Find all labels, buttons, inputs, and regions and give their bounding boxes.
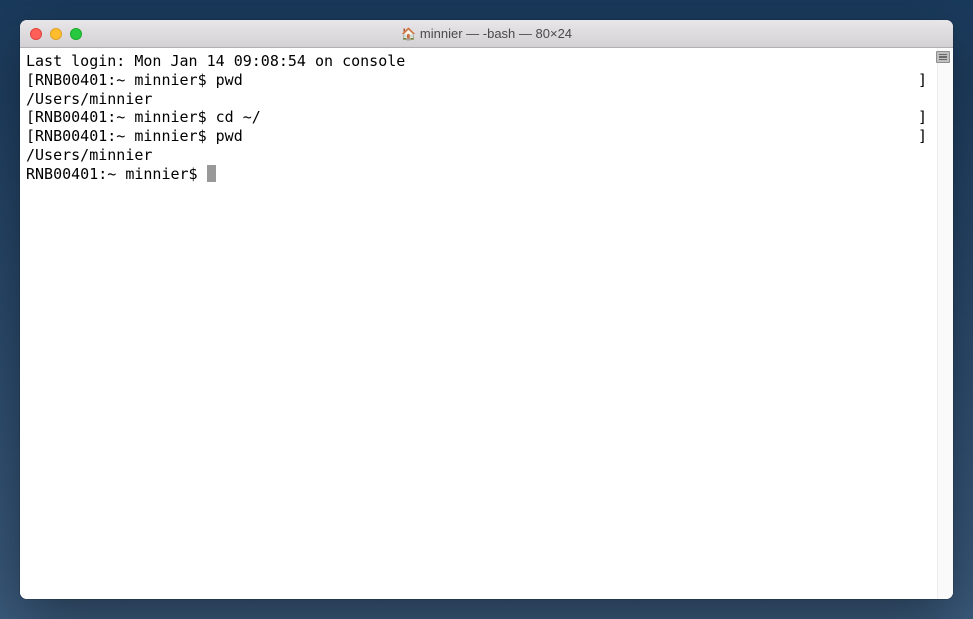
prompt: RNB00401:~ minnier$ — [35, 127, 216, 146]
line-fill — [243, 127, 918, 146]
terminal-line: RNB00401:~ minnier$ — [26, 165, 947, 184]
prompt: RNB00401:~ minnier$ — [35, 71, 216, 90]
title-bar[interactable]: 🏠 minnier — -bash — 80×24 — [20, 20, 953, 48]
bracket-left: [ — [26, 127, 35, 146]
command: pwd — [216, 71, 243, 90]
terminal-line: [RNB00401:~ minnier$ cd ~/] — [26, 108, 947, 127]
last-login-text: Last login: Mon Jan 14 09:08:54 on conso… — [26, 52, 405, 71]
scrollbar[interactable] — [937, 48, 953, 599]
minimize-button[interactable] — [50, 28, 62, 40]
command: pwd — [216, 127, 243, 146]
terminal-line: /Users/minnier — [26, 146, 947, 165]
traffic-lights — [20, 28, 82, 40]
terminal-body[interactable]: Last login: Mon Jan 14 09:08:54 on conso… — [20, 48, 953, 599]
close-button[interactable] — [30, 28, 42, 40]
terminal-line: [RNB00401:~ minnier$ pwd] — [26, 127, 947, 146]
terminal-window: 🏠 minnier — -bash — 80×24 Last login: Mo… — [20, 20, 953, 599]
last-login-line: Last login: Mon Jan 14 09:08:54 on conso… — [26, 52, 947, 71]
output: /Users/minnier — [26, 146, 152, 165]
terminal-line: /Users/minnier — [26, 90, 947, 109]
bracket-left: [ — [26, 71, 35, 90]
maximize-button[interactable] — [70, 28, 82, 40]
title-text: minnier — -bash — 80×24 — [420, 26, 572, 41]
prompt: RNB00401:~ minnier$ — [35, 108, 216, 127]
home-icon: 🏠 — [401, 27, 416, 41]
line-fill — [261, 108, 918, 127]
window-title: 🏠 minnier — -bash — 80×24 — [20, 26, 953, 41]
line-fill — [243, 71, 918, 90]
menu-icon[interactable] — [936, 51, 950, 63]
command: cd ~/ — [216, 108, 261, 127]
cursor — [207, 165, 216, 182]
bracket-left: [ — [26, 108, 35, 127]
prompt: RNB00401:~ minnier$ — [26, 165, 207, 184]
terminal-line: [RNB00401:~ minnier$ pwd] — [26, 71, 947, 90]
output: /Users/minnier — [26, 90, 152, 109]
